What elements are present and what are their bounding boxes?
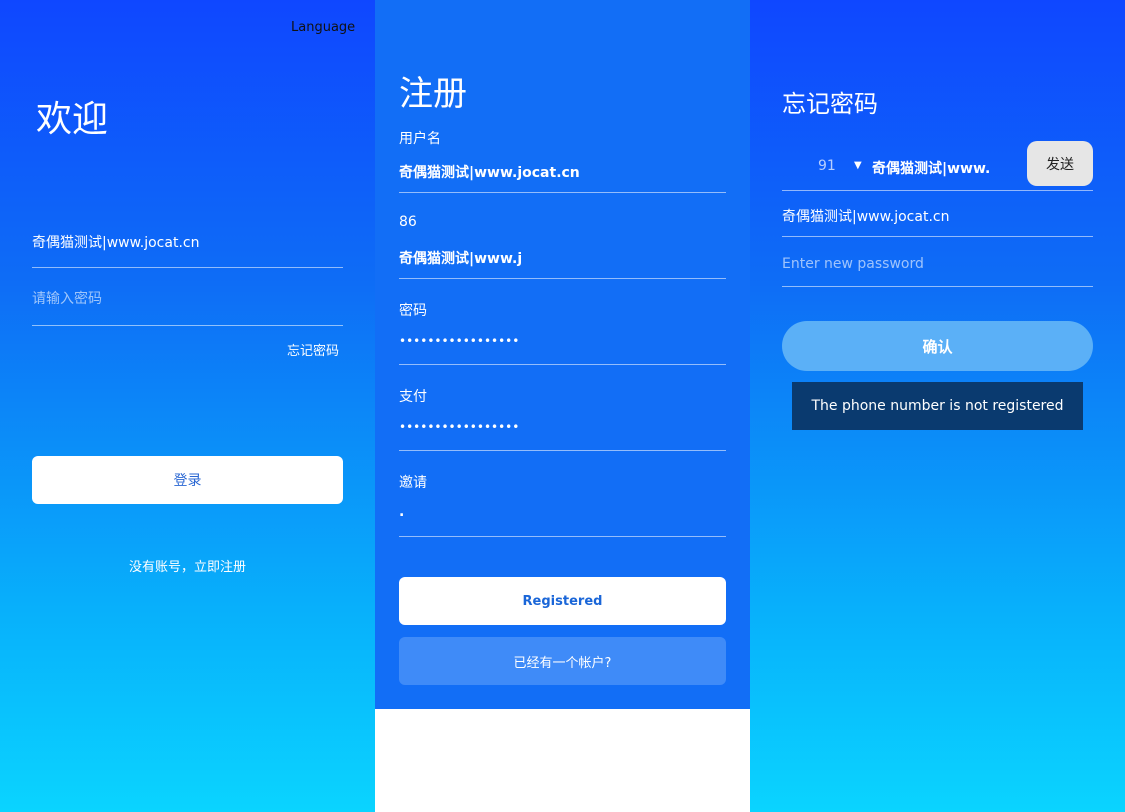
register-pay-password-input[interactable]: ••••••••••••••••• — [399, 420, 519, 434]
login-username-input[interactable]: 奇偶猫测试|www.jocat.cn — [32, 232, 343, 252]
language-link[interactable]: Language — [291, 20, 355, 35]
register-phone-code[interactable]: 86 — [399, 214, 417, 230]
register-panel: 注册 用户名 奇偶猫测试|www.jocat.cn 86 奇偶猫测试|www.j… — [375, 0, 750, 812]
login-username-underline — [32, 267, 343, 268]
error-toast: The phone number is not registered — [792, 382, 1083, 430]
register-pay-underline — [399, 450, 726, 451]
forgot-title: 忘记密码 — [782, 90, 878, 118]
login-button[interactable]: 登录 — [32, 456, 343, 504]
register-password-underline — [399, 364, 726, 365]
new-password-input[interactable]: Enter new password — [782, 256, 1093, 272]
register-pay-label: 支付 — [399, 389, 427, 405]
have-account-button[interactable]: 已经有一个帐户? — [399, 637, 726, 685]
forgot-phone-input[interactable]: 奇偶猫测试|www. — [872, 158, 1022, 178]
register-password-label: 密码 — [399, 303, 427, 319]
register-username-underline — [399, 192, 726, 193]
login-title: 欢迎 — [36, 99, 109, 140]
register-invite-input[interactable]: . — [399, 504, 726, 520]
register-phone-underline — [399, 278, 726, 279]
forgot-password-panel: 忘记密码 91 ▼ 奇偶猫测试|www. 发送 奇偶猫测试|www.jocat.… — [750, 0, 1125, 812]
register-title: 注册 — [399, 74, 467, 114]
confirm-button[interactable]: 确认 — [782, 321, 1093, 371]
register-phone-input[interactable]: 奇偶猫测试|www.j — [399, 248, 726, 268]
verification-code-underline — [782, 236, 1093, 237]
register-button[interactable]: Registered — [399, 577, 726, 625]
signup-link[interactable]: 没有账号，立即注册 — [0, 556, 375, 575]
screen: Language 欢迎 奇偶猫测试|www.jocat.cn 请输入密码 忘记密… — [0, 0, 1125, 812]
register-username-label: 用户名 — [399, 131, 441, 147]
register-button-label: Registered — [522, 593, 603, 609]
register-password-input[interactable]: ••••••••••••••••• — [399, 334, 519, 348]
forgot-password-link[interactable]: 忘记密码 — [287, 340, 339, 359]
login-button-label: 登录 — [173, 473, 202, 489]
verification-code-input[interactable]: 奇偶猫测试|www.jocat.cn — [782, 206, 1093, 226]
forgot-phone-underline — [782, 190, 1093, 191]
country-code-select[interactable]: 91 — [818, 158, 836, 174]
login-panel: Language 欢迎 奇偶猫测试|www.jocat.cn 请输入密码 忘记密… — [0, 0, 375, 812]
send-code-button[interactable]: 发送 — [1027, 141, 1093, 186]
register-username-input[interactable]: 奇偶猫测试|www.jocat.cn — [399, 162, 726, 182]
register-invite-underline — [399, 536, 726, 537]
register-invite-label: 邀请 — [399, 475, 427, 491]
send-code-button-label: 发送 — [1046, 156, 1074, 173]
login-password-input[interactable]: 请输入密码 — [32, 288, 343, 308]
new-password-underline — [782, 286, 1093, 287]
toast-message: The phone number is not registered — [811, 398, 1064, 414]
confirm-button-label: 确认 — [922, 337, 953, 356]
caret-down-icon[interactable]: ▼ — [854, 160, 862, 171]
have-account-button-label: 已经有一个帐户? — [513, 655, 612, 671]
login-password-underline — [32, 325, 343, 326]
